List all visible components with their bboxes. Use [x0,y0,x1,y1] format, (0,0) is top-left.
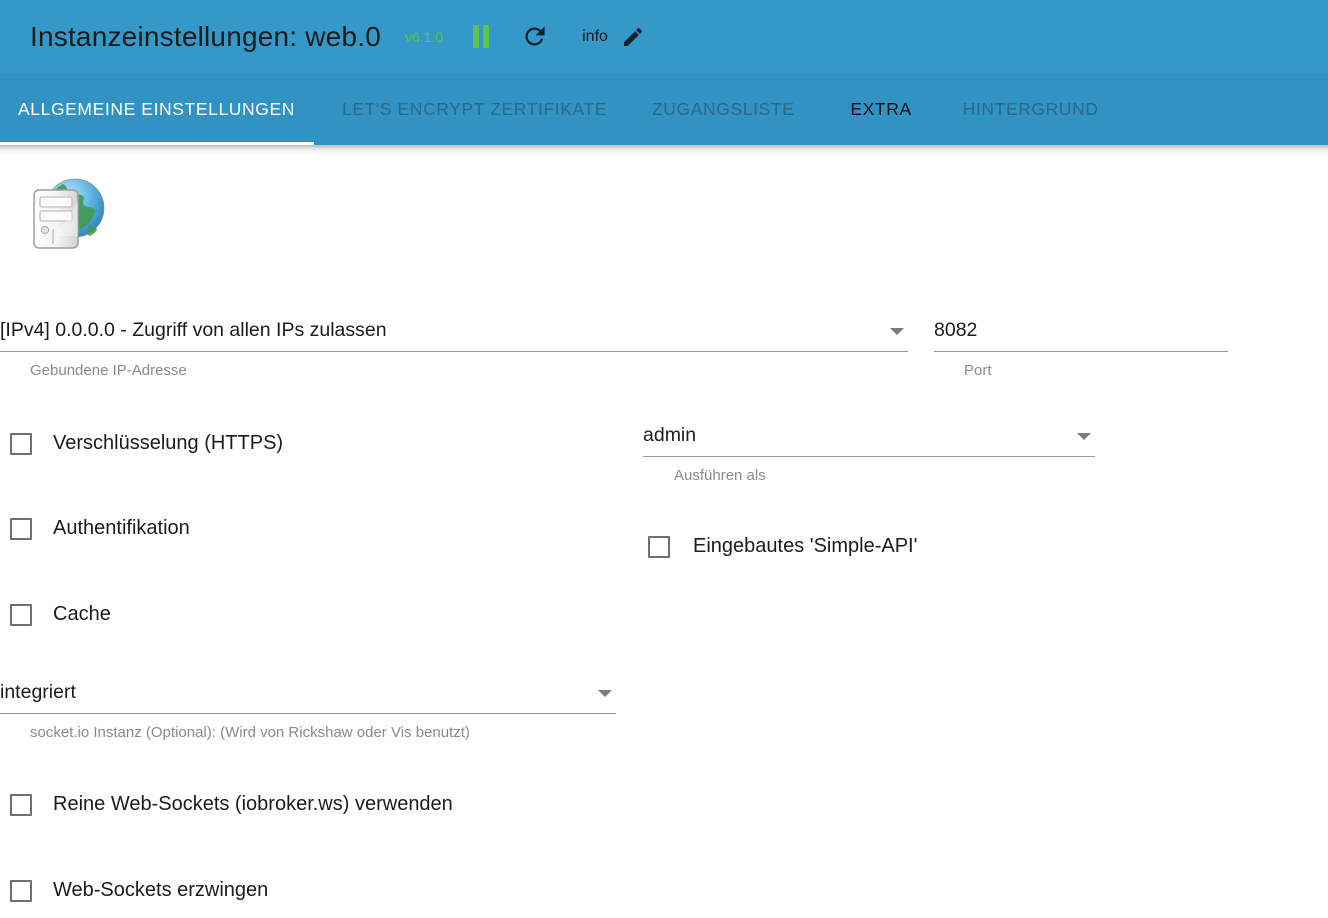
run-as-value[interactable]: admin [643,424,1095,447]
checkbox-cache[interactable] [10,603,32,626]
checkbox-https[interactable] [10,432,32,455]
info-button[interactable]: info [582,28,608,46]
checkbox-label-pure-web-sockets: Reine Web-Sockets (iobroker.ws) verwende… [53,793,453,815]
socketio-instance-helper: socket.io Instanz (Optional): (Wird von … [30,724,470,741]
tab-extra[interactable]: EXTRA [850,73,911,145]
port-value[interactable]: 8082 [934,319,1228,342]
checkbox-simple-api[interactable] [648,535,670,558]
checkbox-row-simple-api[interactable]: Eingebautes 'Simple-API' [648,535,917,558]
socketio-instance-field[interactable]: integriert socket.io Instanz (Optional):… [0,672,616,741]
port-field[interactable]: 8082 Port [934,310,1228,379]
checkbox-row-pure-web-sockets[interactable]: Reine Web-Sockets (iobroker.ws) verwende… [10,793,453,816]
checkbox-pure-web-sockets[interactable] [10,793,32,816]
tab-zugangsliste[interactable]: ZUGANGSLISTE [652,73,794,145]
tab-lets-encrypt-zertifikate[interactable]: LET'S ENCRYPT ZERTIFIKATE [342,73,607,145]
version-badge: v6.1.0 [404,28,444,45]
run-as-field[interactable]: admin Ausführen als [643,415,1095,484]
checkbox-force-web-sockets[interactable] [10,879,32,902]
settings-panel: [IPv4] 0.0.0.0 - Zugriff von allen IPs z… [0,145,1328,918]
checkbox-label-simple-api: Eingebautes 'Simple-API' [693,535,918,557]
bound-ip-helper: Gebundene IP-Adresse [30,362,187,379]
socketio-instance-value[interactable]: integriert [0,681,616,704]
pause-glyph [473,25,490,48]
chevron-down-icon[interactable] [598,689,612,697]
server-globe-icon [17,172,109,252]
tab-allgemeine-einstellungen[interactable]: ALLGEMEINE EINSTELLUNGEN [0,73,314,145]
bound-ip-value[interactable]: [IPv4] 0.0.0.0 - Zugriff von allen IPs z… [0,319,908,342]
checkbox-row-cache[interactable]: Cache [10,603,111,626]
checkbox-row-authentication[interactable]: Authentifikation [10,517,190,540]
checkbox-label-https: Verschlüsselung (HTTPS) [53,432,284,454]
app-header: Instanzeinstellungen: web.0 v6.1.0 info [0,0,1328,145]
checkbox-label-cache: Cache [53,603,111,625]
checkbox-row-force-web-sockets[interactable]: Web-Sockets erzwingen [10,879,268,902]
pause-icon[interactable] [473,25,490,48]
title-bar: Instanzeinstellungen: web.0 v6.1.0 info [0,0,1328,73]
bound-ip-field[interactable]: [IPv4] 0.0.0.0 - Zugriff von allen IPs z… [0,310,908,379]
tab-bar: ALLGEMEINE EINSTELLUNGEN LET'S ENCRYPT Z… [0,73,1328,145]
run-as-helper: Ausführen als [674,467,766,484]
checkbox-label-authentication: Authentifikation [53,517,190,539]
checkbox-row-https[interactable]: Verschlüsselung (HTTPS) [10,432,283,455]
checkbox-authentication[interactable] [10,517,32,540]
refresh-icon[interactable] [521,23,548,50]
tab-hintergrund[interactable]: HINTERGRUND [963,73,1099,145]
chevron-down-icon[interactable] [1077,432,1091,440]
port-helper: Port [964,362,992,379]
page-title: Instanzeinstellungen: web.0 [30,20,381,52]
checkbox-label-force-web-sockets: Web-Sockets erzwingen [53,879,269,901]
chevron-down-icon[interactable] [890,327,904,335]
pencil-icon[interactable] [621,25,645,49]
